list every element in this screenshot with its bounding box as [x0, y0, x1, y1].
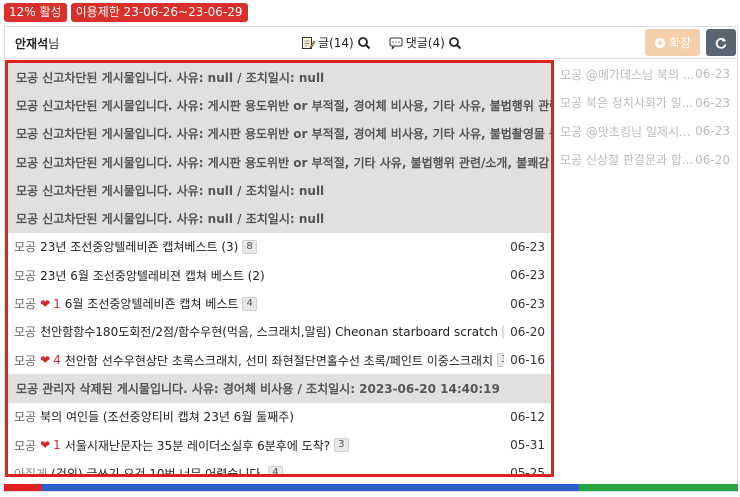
post-row[interactable]: 모공 23년 조선중앙텔레비죤 캡쳐베스트 (3) 8 06-23	[8, 232, 551, 262]
refresh-icon	[715, 37, 727, 49]
panel-header: 안재석님 글(14) 댓글(4) 확장	[5, 27, 737, 59]
search-icon[interactable]	[357, 36, 371, 50]
plus-circle-icon	[654, 37, 666, 48]
comment-date: 06-23	[695, 67, 730, 82]
heart-icon: ❤	[40, 438, 51, 452]
comment-row[interactable]: 모공 @맛초킹님 일제시... 06-23	[558, 117, 736, 146]
post-category[interactable]: 모공	[14, 408, 36, 425]
activity-badge: 12% 활성	[4, 3, 67, 22]
like-count: 1	[53, 438, 61, 452]
blocked-post-row: 모공 신고차단된 게시물입니다. 사유: 게시판 용도위반 or 부적절, 기타…	[8, 147, 551, 177]
post-title[interactable]: 23년 6월 조선중앙텔레비젼 캡쳐 베스트 (2)	[40, 267, 265, 284]
username: 안재석	[15, 37, 49, 51]
blocked-post-text: 모공 신고차단된 게시물입니다. 사유: 게시판 용도위반 or 부적절, 경어…	[16, 98, 551, 113]
comments-list: 모공 @메가데스님 북의 ... 06-23 모공 북은 정치사회가 일... 06…	[558, 60, 736, 174]
comment-count-badge: 8	[242, 239, 257, 254]
status-badges: 12% 활성 이용제한 23-06-26~23-06-29	[4, 3, 248, 22]
post-category[interactable]: 모공	[14, 267, 36, 284]
activity-color-bar	[4, 484, 738, 491]
post-category[interactable]: 아질게	[14, 465, 47, 474]
post-category[interactable]: 모공	[14, 352, 36, 369]
post-title[interactable]: 천안함 선수우현상단 초록스크래치, 선미 좌현절단면홀수선 초록/페인트 이중…	[65, 352, 493, 369]
comment-count-badge: 4	[242, 296, 257, 311]
posts-list: 모공 신고차단된 게시물입니다. 사유: null / 조치일시: null 모…	[5, 60, 554, 477]
blocked-post-text: 모공 신고차단된 게시물입니다. 사유: null / 조치일시: null	[16, 212, 325, 227]
post-title[interactable]: 천안함함수180도회전/2점/함수우현(먹음, 스크래치,말림) Cheonan…	[40, 323, 498, 340]
post-row[interactable]: 모공 23년 6월 조선중앙텔레비젼 캡쳐 베스트 (2) 06-23	[8, 261, 551, 290]
comment-row[interactable]: 모공 @메가데스님 북의 ... 06-23	[558, 60, 736, 89]
post-date: 06-16	[504, 345, 545, 375]
post-date: 06-12	[504, 402, 545, 431]
deleted-post-row: 모공 관리자 삭제된 게시물입니다. 사유: 경어체 비사용 / 조치일시: 2…	[8, 374, 551, 403]
post-title[interactable]: (건의) 글쓰기 요건 10번 너무 어렵습니다.	[51, 465, 264, 474]
post-title[interactable]: 6월 조선중앙텔레비죤 캡쳐 베스트	[65, 295, 239, 312]
search-icon[interactable]	[448, 36, 462, 50]
post-title[interactable]: 북의 여인들 (조선중앙티비 캡쳐 23년 6월 둘째주)	[40, 408, 294, 425]
comment-text[interactable]: 모공 북은 정치사회가 일...	[560, 94, 693, 111]
post-row[interactable]: 아질게 (건의) 글쓰기 요건 10번 너무 어렵습니다. 4 05-25	[8, 459, 551, 474]
post-row[interactable]: 모공 ❤ 4 천안함 선수우현상단 초록스크래치, 선미 좌현절단면홀수선 초록/…	[8, 345, 551, 375]
bar-segment-blue	[42, 484, 579, 491]
comment-row[interactable]: 모공 북은 정치사회가 일... 06-23	[558, 89, 736, 118]
restriction-badge: 이용제한 23-06-26~23-06-29	[70, 3, 248, 22]
bar-segment-green	[579, 484, 738, 491]
post-date: 06-20	[504, 317, 545, 346]
post-title[interactable]: 서울시재난문자는 35분 레이더소실후 6분후에 도착?	[65, 437, 330, 454]
blocked-post-text: 모공 신고차단된 게시물입니다. 사유: 게시판 용도위반 or 부적절, 경어…	[16, 127, 551, 142]
comment-count-badge: 4	[268, 466, 283, 474]
post-row[interactable]: 모공 북의 여인들 (조선중앙티비 캡쳐 23년 6월 둘째주) 06-12	[8, 402, 551, 431]
comment-row[interactable]: 모공 신상철 판결문과 합... 06-20	[558, 146, 736, 175]
username-suffix: 님	[48, 37, 60, 51]
blocked-post-row: 모공 신고차단된 게시물입니다. 사유: null / 조치일시: null	[8, 63, 551, 92]
comment-text[interactable]: 모공 @맛초킹님 일제시...	[560, 123, 690, 140]
comment-text[interactable]: 모공 신상철 판결문과 합...	[560, 151, 693, 168]
deleted-post-text: 모공 관리자 삭제된 게시물입니다. 사유: 경어체 비사용 / 조치일시: 2…	[16, 381, 500, 396]
post-date: 05-25	[504, 459, 545, 474]
comment-date: 06-20	[695, 152, 730, 167]
blocked-post-text: 모공 신고차단된 게시물입니다. 사유: 게시판 용도위반 or 부적절, 기타…	[16, 155, 551, 170]
posts-count-label: 글(14)	[318, 36, 354, 50]
activity-counts: 글(14) 댓글(4)	[301, 34, 462, 51]
blocked-post-row: 모공 신고차단된 게시물입니다. 사유: 게시판 용도위반 or 부적절, 경어…	[8, 119, 551, 148]
post-category[interactable]: 모공	[14, 437, 36, 454]
comments-count-link[interactable]: 댓글(4)	[389, 34, 462, 51]
post-title[interactable]: 23년 조선중앙텔레비죤 캡쳐베스트 (3)	[40, 238, 238, 255]
bar-segment-red	[4, 484, 42, 491]
comments-count-label: 댓글(4)	[405, 36, 445, 50]
post-category[interactable]: 모공	[14, 323, 36, 340]
post-row[interactable]: 모공 ❤ 1 서울시재난문자는 35분 레이더소실후 6분후에 도착? 3 05-…	[8, 430, 551, 460]
post-row[interactable]: 모공 ❤ 1 6월 조선중앙텔레비죤 캡쳐 베스트 4 06-23	[8, 289, 551, 318]
posts-count-link[interactable]: 글(14)	[301, 34, 371, 51]
post-row[interactable]: 모공 천안함함수180도회전/2점/함수우현(먹음, 스크래치,말림) Cheo…	[8, 317, 551, 346]
post-date: 05-31	[504, 430, 545, 460]
post-category[interactable]: 모공	[14, 238, 36, 255]
post-date: 06-23	[504, 289, 545, 318]
expand-button[interactable]: 확장	[645, 29, 700, 56]
blocked-post-text: 모공 신고차단된 게시물입니다. 사유: null / 조치일시: null	[16, 70, 325, 85]
user-activity-panel: 안재석님 글(14) 댓글(4) 확장 모공 신고차단된 게시물입니다. 사유:…	[4, 26, 738, 492]
refresh-button[interactable]	[706, 29, 736, 56]
blocked-post-row: 모공 신고차단된 게시물입니다. 사유: 게시판 용도위반 or 부적절, 경어…	[8, 91, 551, 120]
comment-text[interactable]: 모공 @메가데스님 북의 ...	[560, 66, 694, 83]
blocked-post-row: 모공 신고차단된 게시물입니다. 사유: null / 조치일시: null	[8, 176, 551, 205]
heart-icon: ❤	[40, 353, 51, 368]
comment-date: 06-23	[695, 95, 730, 110]
like-count: 4	[53, 353, 61, 368]
document-edit-icon	[302, 36, 315, 49]
heart-icon: ❤	[40, 296, 51, 311]
speech-bubble-icon	[389, 37, 403, 49]
expand-label: 확장	[668, 36, 692, 50]
blocked-post-text: 모공 신고차단된 게시물입니다. 사유: null / 조치일시: null	[16, 183, 325, 198]
post-date: 06-23	[504, 232, 545, 262]
comment-count-badge: 3	[334, 438, 349, 452]
post-date: 06-23	[504, 261, 545, 290]
username-label[interactable]: 안재석님	[15, 35, 59, 52]
blocked-post-row: 모공 신고차단된 게시물입니다. 사유: null / 조치일시: null	[8, 204, 551, 233]
post-category[interactable]: 모공	[14, 295, 36, 312]
comment-date: 06-23	[695, 124, 730, 139]
like-count: 1	[53, 296, 61, 311]
